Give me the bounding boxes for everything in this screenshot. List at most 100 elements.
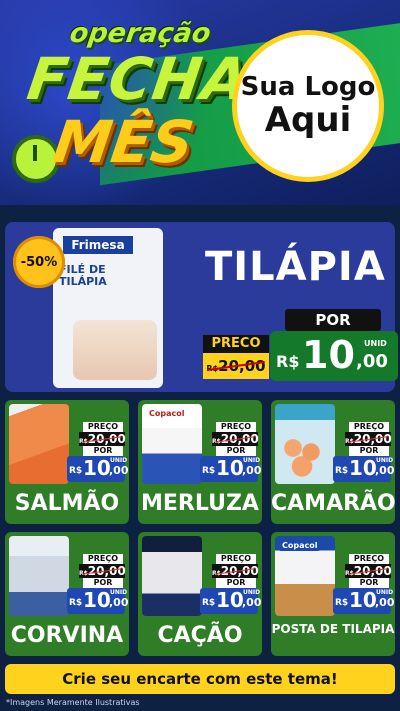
product-card-cacao[interactable]: PREÇO R$20,00 POR R$ 10 UNID ,00 CAÇÃO [138,532,262,656]
price-integer: 10 [349,588,377,612]
unit-label: UNID [376,457,394,464]
old-currency: R$ [345,570,354,577]
price-integer: 10 [216,456,244,480]
old-currency: R$ [345,438,354,445]
currency: R$ [202,598,216,608]
package-brand: Copacol [279,540,321,551]
old-price: R$20,00 [212,564,259,578]
currency: R$ [69,466,83,476]
product-name: CORVINA [10,623,124,648]
old-price-box: PRECO R$20,00 [203,335,269,381]
product-image-corvina [9,536,69,616]
product-image-merluza: Copacol [142,404,202,484]
price-decimal: ,00 [109,596,129,609]
fish-fillet-image [73,320,157,380]
package-brand: Frimesa [63,236,133,254]
unit-label: UNID [364,339,387,348]
old-price-value: 20,00 [353,564,392,578]
old-price: R$20,00 [79,564,126,578]
old-price: R$20,00 [203,353,269,379]
unit-label: UNID [243,457,261,464]
currency: R$ [202,466,216,476]
por-label: POR [285,309,381,331]
price-decimal: ,00 [375,596,395,609]
preco-label: PREÇO [349,422,389,432]
old-currency: R$ [212,438,221,445]
price-integer: 10 [349,456,377,480]
cta-banner[interactable]: Crie seu encarte com este tema! [5,664,395,694]
product-image-posta-tilapia: Copacol [275,536,335,616]
unit-label: UNID [376,589,394,596]
product-image-salmao [9,404,69,484]
new-price-box: R$ 10 UNID ,00 [333,456,395,482]
price-integer: 10 [83,588,111,612]
logo-line1: Sua Logo [240,72,376,102]
package-brand: Copacol [146,408,188,419]
price-decimal: ,00 [242,596,262,609]
price-decimal: ,00 [242,464,262,477]
old-currency: R$ [212,570,221,577]
old-currency: R$ [79,438,88,445]
preco-label: PREÇO [216,422,256,432]
new-price-box: R$ 10 UNID ,00 [200,588,262,614]
currency: R$ [335,598,349,608]
price-integer: 10 [83,456,111,480]
currency: R$ [276,352,300,371]
header-banner: operação FECHA MÊS Sua Logo Aqui [0,0,400,205]
featured-product[interactable]: Frimesa FILÉ DE TILÁPIA -50% TILÁPIA PRE… [5,222,398,392]
old-price: R$20,00 [79,432,126,446]
new-price-box: R$ 10 UNID ,00 [67,588,129,614]
old-price-value: 20,00 [87,564,126,578]
price-decimal: ,00 [356,351,388,372]
old-price-value: 20,00 [218,357,266,375]
product-image-camarao [275,404,335,484]
old-currency: R$ [79,570,88,577]
product-image-tilapia: Frimesa FILÉ DE TILÁPIA [53,228,163,388]
package-label-line2: TILÁPIA [59,275,107,288]
unit-label: UNID [243,589,261,596]
price-decimal: ,00 [375,464,395,477]
old-price-value: 20,00 [353,432,392,446]
new-price-box: R$ 10 UNID ,00 [200,456,262,482]
product-card-camarao[interactable]: PREÇO R$20,00 POR R$ 10 UNID ,00 CAMARÃO [271,400,396,524]
old-price-value: 20,00 [87,432,126,446]
unit-label: UNID [110,589,128,596]
currency: R$ [69,598,83,608]
package-label: FILÉ DE TILÁPIA [59,264,107,288]
currency: R$ [335,466,349,476]
new-price-box: R$ 10 UNID ,00 [270,331,398,381]
product-card-corvina[interactable]: PREÇO R$20,00 POR R$ 10 UNID ,00 CORVINA [5,532,129,656]
preco-label: PREÇO [83,554,123,564]
old-price: R$20,00 [345,432,392,446]
logo-line2: Aqui [264,99,352,140]
unit-label: UNID [110,457,128,464]
old-price-value: 20,00 [220,432,259,446]
product-card-merluza[interactable]: Copacol PREÇO R$20,00 POR R$ 10 UNID ,00… [138,400,262,524]
price-integer: 10 [302,333,355,377]
preco-label: PRECO [203,335,269,353]
product-image-cacao [142,536,202,616]
featured-title: TILÁPIA [205,244,386,290]
preco-label: PREÇO [349,554,389,564]
preco-label: PREÇO [83,422,123,432]
product-name: POSTA DE TILAPIA [271,622,395,636]
product-card-salmao[interactable]: PREÇO R$20,00 POR R$ 10 UNID ,00 SALMÃO [5,400,129,524]
title-fecha: FECHA [23,45,254,113]
old-price: R$20,00 [345,564,392,578]
logo-placeholder[interactable]: Sua Logo Aqui [232,30,384,182]
footer-disclaimer: *Imagens Meramente Ilustrativas [6,698,140,707]
new-price-box: R$ 10 UNID ,00 [333,588,395,614]
product-card-posta-tilapia[interactable]: Copacol PREÇO R$20,00 POR R$ 10 UNID ,00… [271,532,395,656]
price-integer: 10 [216,588,244,612]
old-price-value: 20,00 [220,564,259,578]
product-name: CAÇÃO [157,623,243,648]
product-name: CAMARÃO [271,491,396,516]
product-name: SALMÃO [14,491,120,516]
product-name: MERLUZA [141,491,259,516]
preco-label: PREÇO [216,554,256,564]
discount-badge: -50% [13,236,65,288]
new-price-box: R$ 10 UNID ,00 [67,456,129,482]
title-mes: MÊS [49,108,198,176]
old-currency: R$ [206,364,219,373]
old-price: R$20,00 [212,432,259,446]
